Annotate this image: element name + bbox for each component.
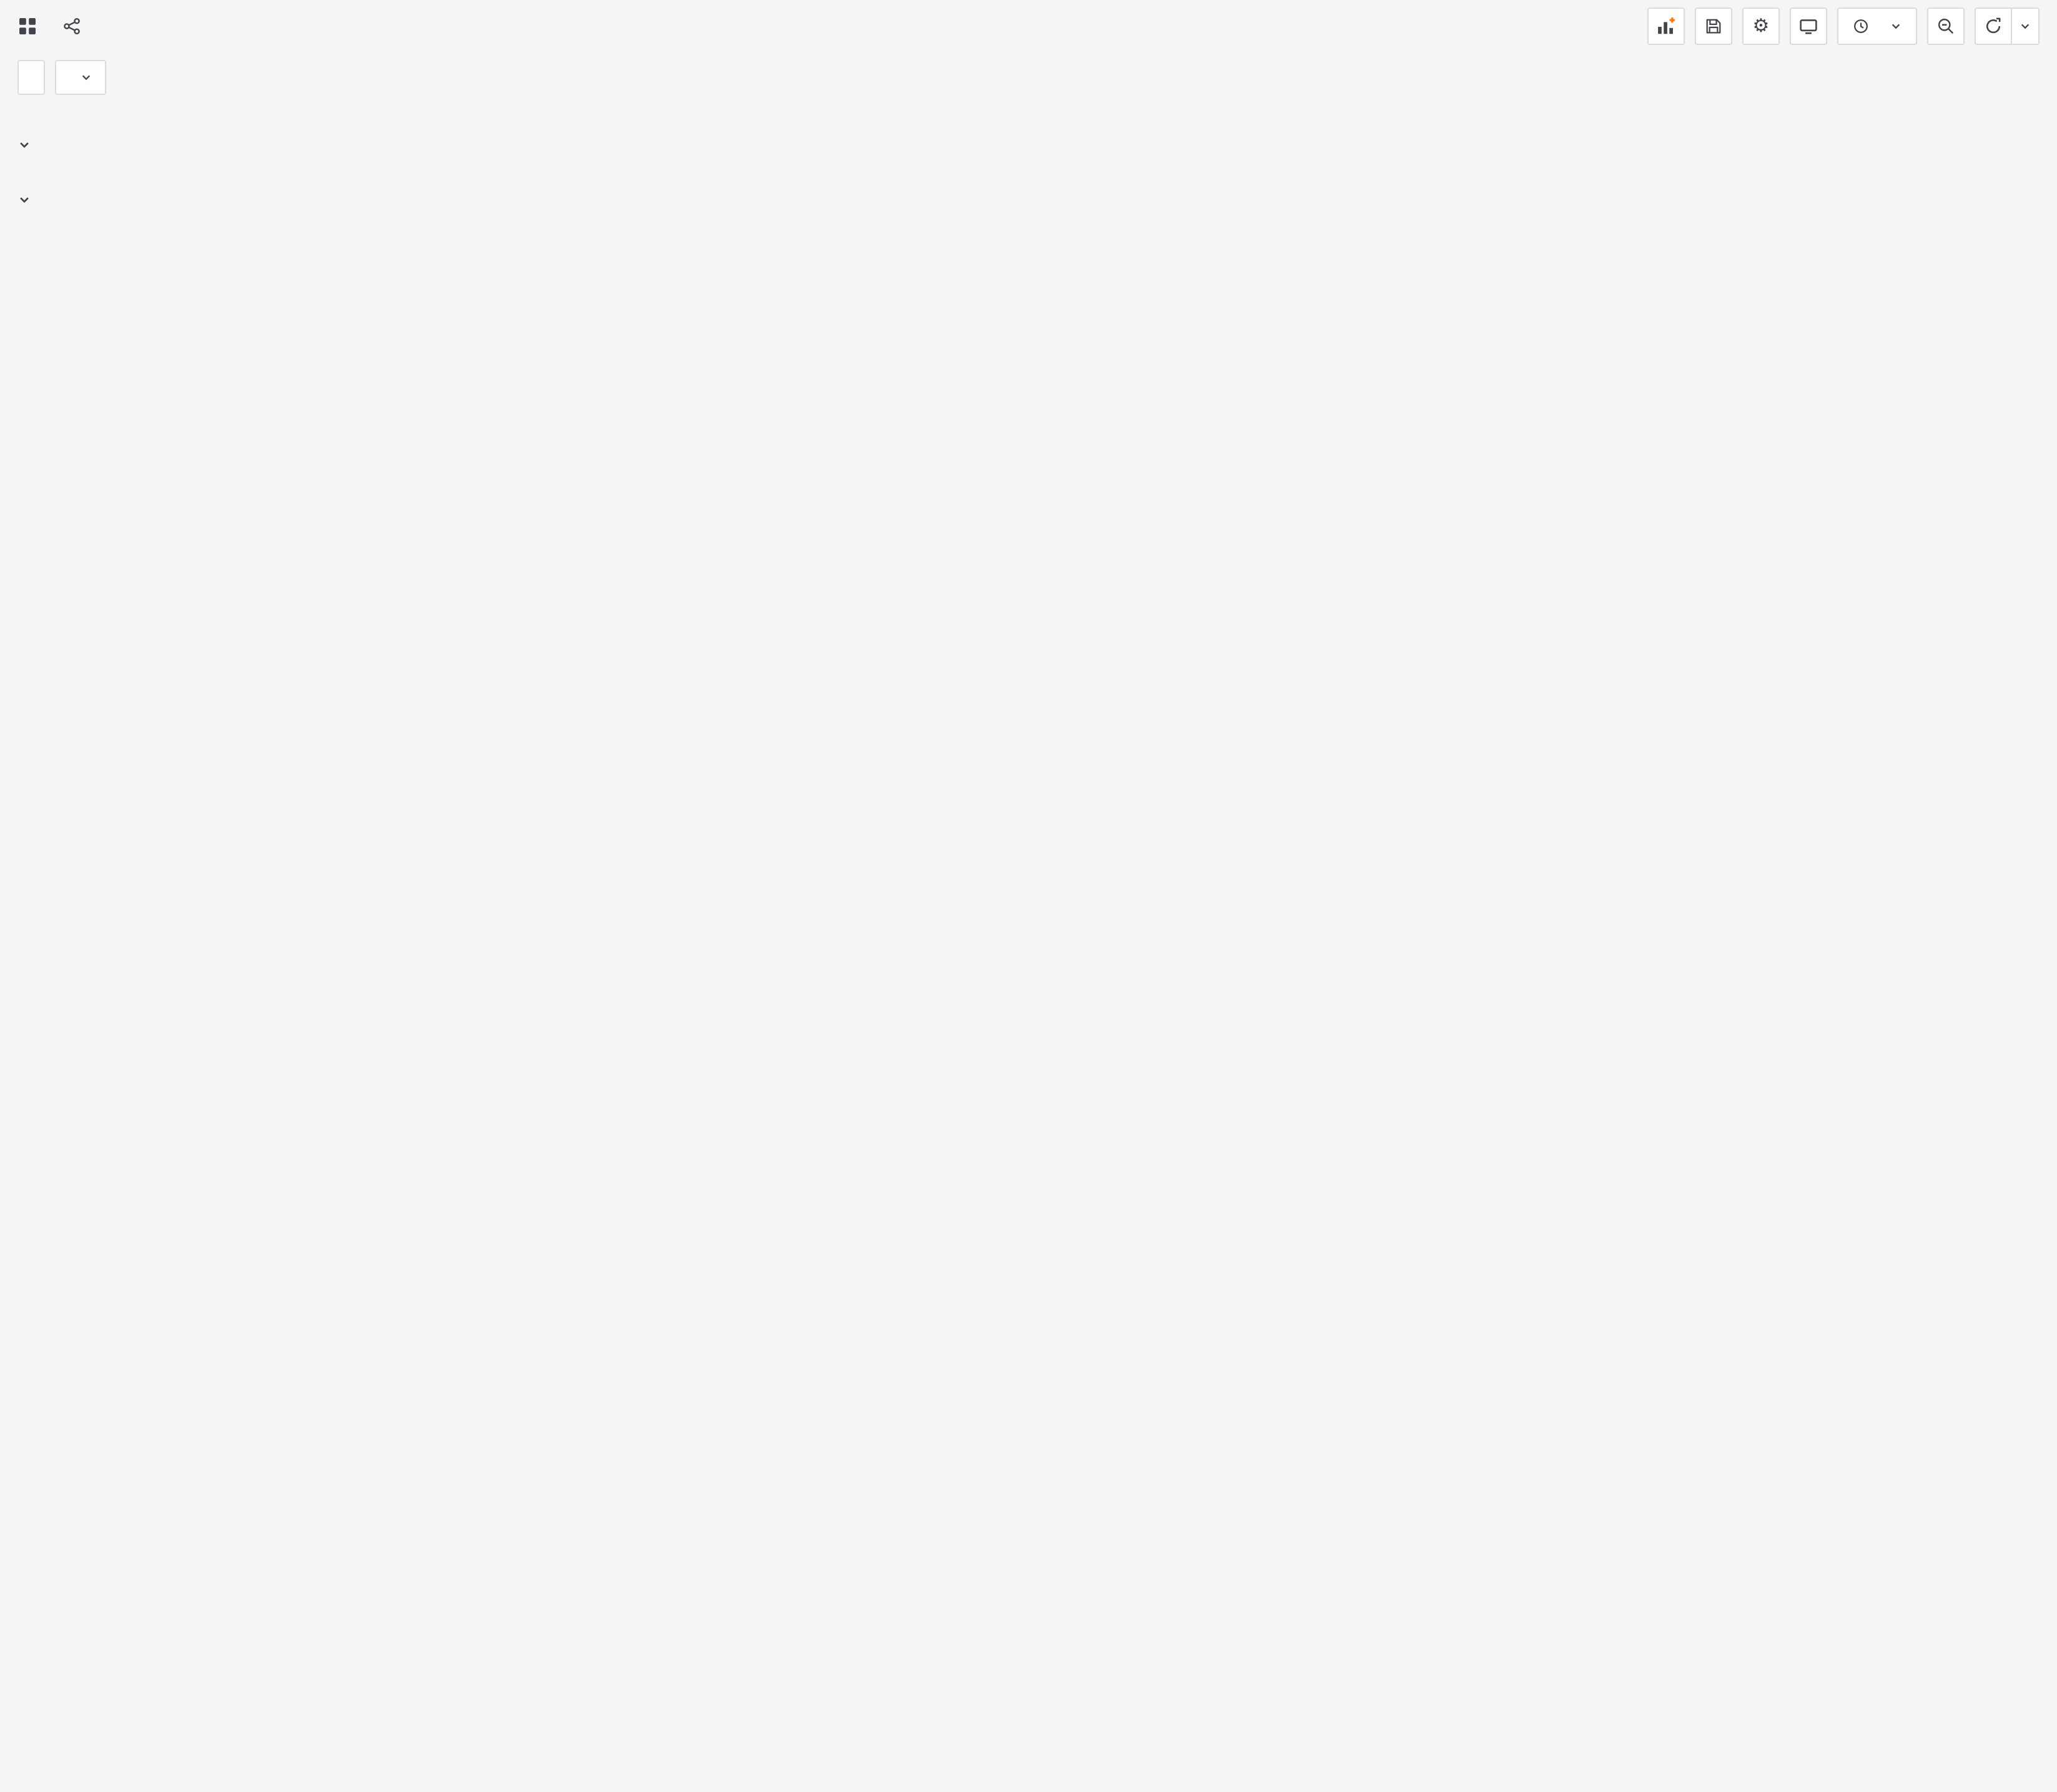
dashboard-settings-button[interactable]: ⚙ [1742,7,1780,45]
chevron-down-icon [2021,24,2030,29]
zoom-out-icon [1938,18,1954,34]
refresh-interval-dropdown[interactable] [2012,7,2040,45]
add-panel-icon [1658,17,1675,34]
share-icon[interactable] [62,17,81,36]
save-icon [1706,19,1721,34]
add-panel-button[interactable] [1647,7,1685,45]
variables-row [0,52,2057,105]
section-status[interactable] [17,127,2042,162]
save-dashboard-button[interactable] [1695,7,1732,45]
grafana-dashboard: ⚙ [0,0,2057,1792]
dashboard-grid [0,105,2057,242]
clock-icon [1854,19,1868,33]
gear-icon: ⚙ [1752,16,1770,36]
variable-namespace-select[interactable] [55,60,106,95]
tv-icon [1800,19,1817,34]
chevron-down-icon [20,142,29,148]
refresh-icon [1986,17,2001,34]
zoom-out-button[interactable] [1927,7,1965,45]
top-bar-right: ⚙ [1647,7,2040,45]
time-range-picker[interactable] [1837,7,1917,45]
refresh-button[interactable] [1975,7,2012,45]
variable-namespace-label [17,60,45,95]
top-bar: ⚙ [0,0,2057,52]
chevron-down-icon [20,197,29,203]
chevron-down-icon [82,75,91,81]
chevron-down-icon [1892,24,1900,29]
top-bar-left [17,16,81,36]
cycle-view-button[interactable] [1790,7,1827,45]
dashboard-grid-icon[interactable] [17,16,37,36]
refresh-button-group [1975,7,2040,45]
section-timing[interactable] [17,182,2042,217]
